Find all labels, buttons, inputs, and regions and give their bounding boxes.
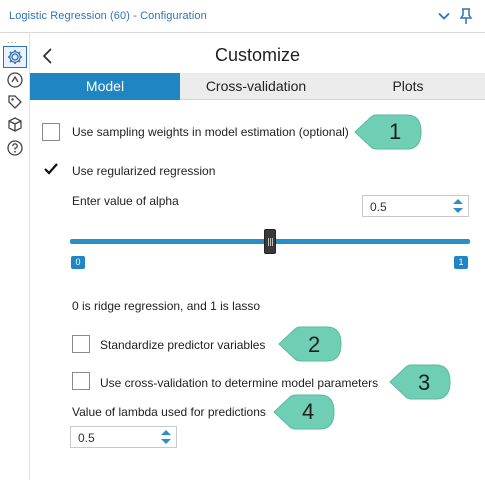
lambda-label: Value of lambda used for predictions (72, 405, 266, 419)
tab-bar: Model Cross-validation Plots (30, 73, 485, 100)
tab-model[interactable]: Model (30, 73, 180, 100)
regularized-regression-label: Use regularized regression (72, 164, 216, 178)
alpha-note: 0 is ridge regression, and 1 is lasso (72, 299, 261, 313)
cross-validation-checkbox[interactable] (72, 372, 90, 390)
standardize-label: Standardize predictor variables (100, 338, 266, 352)
gear-icon[interactable] (3, 46, 27, 68)
cube-icon[interactable] (6, 116, 24, 134)
sampling-weights-checkbox[interactable] (42, 123, 60, 141)
chevron-down-icon[interactable] (437, 9, 451, 23)
workflow-icon[interactable] (6, 71, 24, 89)
alpha-slider-thumb[interactable] (264, 229, 276, 254)
stepper-arrows-icon[interactable] (156, 427, 176, 447)
cross-validation-label: Use cross-validation to determine model … (100, 376, 379, 390)
configuration-panel: Customize Model Cross-validation Plots U… (30, 33, 485, 480)
tab-plots[interactable]: Plots (332, 73, 484, 100)
callout-4-number: 4 (302, 399, 315, 424)
lambda-stepper[interactable]: 0.5 (70, 426, 177, 448)
tag-icon[interactable] (6, 93, 24, 111)
callout-1-number: 1 (389, 119, 402, 144)
help-icon[interactable] (6, 139, 24, 157)
callout-2-number: 2 (308, 332, 321, 357)
slider-max-badge: 1 (454, 256, 468, 269)
page-title: Customize (214, 45, 301, 65)
regularized-regression-checkbox[interactable] (42, 160, 60, 178)
lambda-value[interactable]: 0.5 (78, 431, 95, 445)
stepper-arrows-icon[interactable] (448, 196, 468, 216)
rail-overflow-dots[interactable]: ... (7, 35, 18, 45)
window-title: Logistic Regression (60) - Configuration (9, 10, 207, 22)
standardize-checkbox[interactable] (72, 335, 90, 353)
alpha-stepper[interactable]: 0.5 (362, 195, 469, 217)
pin-icon[interactable] (458, 7, 474, 25)
checkmark-icon (44, 163, 58, 175)
tab-cross-validation[interactable]: Cross-validation (180, 73, 332, 100)
callout-1-shape (354, 114, 422, 150)
sampling-weights-label: Use sampling weights in model estimation… (72, 125, 349, 139)
left-rail: ... (0, 33, 30, 480)
slider-min-badge: 0 (71, 256, 85, 269)
alpha-value[interactable]: 0.5 (370, 200, 387, 214)
title-bar: Logistic Regression (60) - Configuration (0, 0, 485, 33)
callout-3-number: 3 (418, 370, 431, 395)
alpha-label: Enter value of alpha (72, 194, 179, 208)
